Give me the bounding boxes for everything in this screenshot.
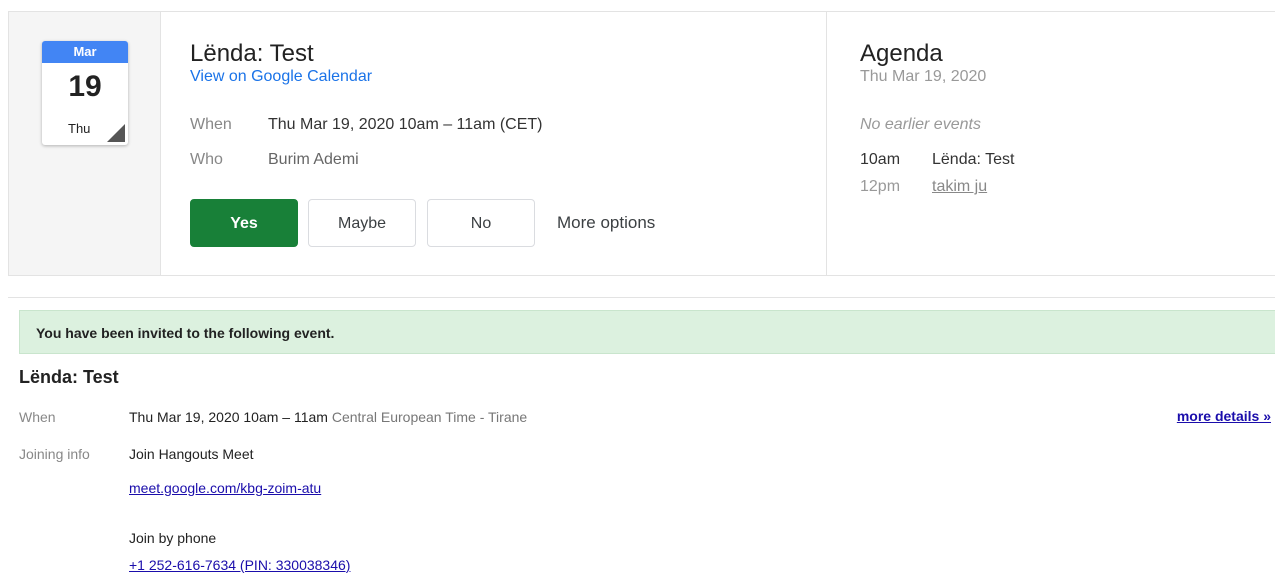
agenda-item-link[interactable]: takim ju	[932, 178, 987, 196]
calendar-day: 19	[68, 70, 102, 103]
when-label: When	[190, 116, 232, 133]
agenda-item-time: 12pm	[860, 178, 901, 195]
more-details-link[interactable]: more details »	[1177, 408, 1271, 424]
invitation-when-label: When	[19, 409, 56, 425]
rsvp-yes-button[interactable]: Yes	[190, 199, 298, 247]
invitation-when-value: Thu Mar 19, 2020 10am – 11am Central Eur…	[129, 409, 527, 425]
no-earlier-events: No earlier events	[860, 116, 981, 133]
agenda-title: Agenda	[860, 40, 943, 67]
calendar-date-icon: Mar 19 Thu	[42, 41, 128, 145]
view-on-google-calendar-link[interactable]: View on Google Calendar	[190, 68, 372, 86]
calendar-weekday: Thu	[68, 121, 91, 136]
join-meet-text: Join Hangouts Meet	[129, 446, 254, 462]
join-by-phone-text: Join by phone	[129, 530, 217, 546]
who-value: Burim Ademi	[268, 151, 359, 168]
agenda-panel: Agenda Thu Mar 19, 2020 No earlier event…	[826, 12, 1275, 275]
event-title: Lënda: Test	[190, 40, 314, 67]
section-divider	[8, 297, 1275, 298]
page-fold-icon	[107, 124, 125, 142]
agenda-date: Thu Mar 19, 2020	[860, 68, 987, 85]
who-label: Who	[190, 151, 223, 168]
joining-info-label: Joining info	[19, 446, 90, 462]
invitation-banner-text: You have been invited to the following e…	[36, 325, 335, 341]
meet-link[interactable]: meet.google.com/kbg-zoim-atu	[129, 480, 321, 496]
date-column: Mar 19 Thu	[9, 12, 161, 275]
rsvp-maybe-button[interactable]: Maybe	[308, 199, 416, 247]
phone-number-link[interactable]: +1 252-616-7634 (PIN: 330038346)	[129, 557, 350, 573]
event-summary: Lënda: Test View on Google Calendar When…	[161, 12, 826, 275]
more-options-button[interactable]: More options	[557, 213, 655, 233]
when-value: Thu Mar 19, 2020 10am – 11am (CET)	[268, 116, 543, 133]
invitation-title: Lënda: Test	[19, 367, 119, 387]
invitation-timezone: Central European Time - Tirane	[331, 409, 528, 425]
event-card: Mar 19 Thu Lënda: Test View on Google Ca…	[8, 11, 1275, 276]
agenda-item-time: 10am	[860, 151, 901, 168]
invitation-when-time: Thu Mar 19, 2020 10am – 11am	[129, 409, 328, 425]
invitation-banner: You have been invited to the following e…	[19, 310, 1275, 354]
rsvp-no-button[interactable]: No	[427, 199, 535, 247]
agenda-item-title: Lënda: Test	[932, 151, 1015, 168]
calendar-month: Mar	[42, 41, 128, 63]
